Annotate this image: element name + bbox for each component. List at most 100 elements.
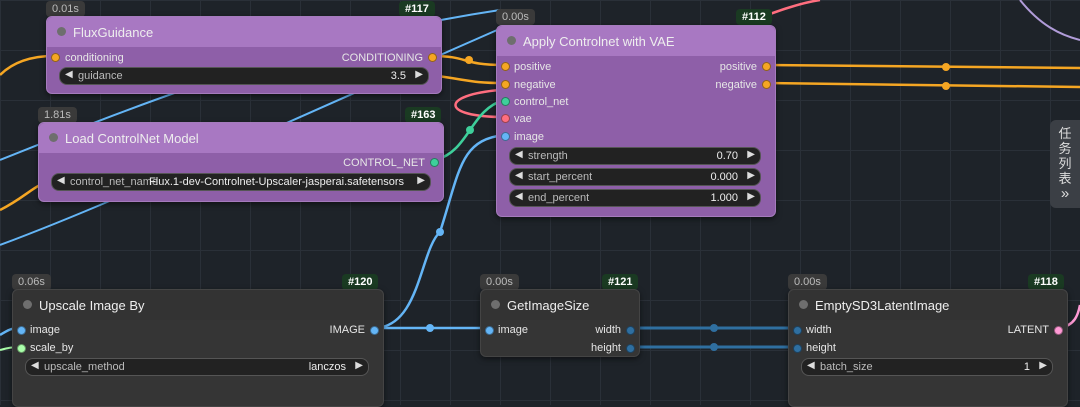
output-slot-dot-icon[interactable] <box>1054 326 1063 335</box>
execution-time-badge: 0.00s <box>788 274 827 290</box>
output-label: IMAGE <box>329 324 365 336</box>
widget-value: 0.000 <box>710 171 738 183</box>
increment-arrow-icon[interactable]: ▶ <box>1039 360 1047 371</box>
output-slot-dot-icon[interactable] <box>370 326 379 335</box>
end-percent-widget[interactable]: ◀ end_percent 1.000 ▶ <box>509 189 761 207</box>
node-header[interactable]: Apply Controlnet with VAE <box>497 26 775 56</box>
input-slot-dot-icon[interactable] <box>793 326 802 335</box>
node-header[interactable]: Load ControlNet Model <box>39 123 443 153</box>
wire-conditioning <box>765 81 1080 89</box>
node-title: Upscale Image By <box>39 298 145 313</box>
output-label: LATENT <box>1007 324 1049 336</box>
wire-misc <box>1019 0 1080 41</box>
execution-time-badge: 0.01s <box>46 1 85 17</box>
input-slot-dot-icon[interactable] <box>501 97 510 106</box>
decrement-arrow-icon[interactable]: ◀ <box>65 69 73 80</box>
execution-time-badge: 1.81s <box>38 107 77 123</box>
input-label-vae: vae <box>514 113 532 125</box>
collapse-dot-icon[interactable] <box>799 300 808 309</box>
widget-label: control_net_name <box>70 176 159 188</box>
input-label-image: image <box>30 324 60 336</box>
increment-arrow-icon[interactable]: ▶ <box>415 69 423 80</box>
task-list-tab[interactable]: 任务列表 » <box>1050 120 1080 208</box>
task-list-label: 任务列表 <box>1058 126 1072 186</box>
widget-label: guidance <box>78 70 123 82</box>
execution-time-badge: 0.00s <box>496 9 535 25</box>
output-slot-dot-icon[interactable] <box>430 158 439 167</box>
decrement-arrow-icon[interactable]: ◀ <box>807 360 815 371</box>
decrement-arrow-icon[interactable]: ◀ <box>57 175 65 186</box>
increment-arrow-icon[interactable]: ▶ <box>355 360 363 371</box>
input-slot-dot-icon[interactable] <box>501 62 510 71</box>
output-slot-dot-icon[interactable] <box>626 326 635 335</box>
output-slot-dot-icon[interactable] <box>762 62 771 71</box>
output-slot-dot-icon[interactable] <box>626 344 635 353</box>
input-slot-dot-icon[interactable] <box>51 53 60 62</box>
start-percent-widget[interactable]: ◀ start_percent 0.000 ▶ <box>509 168 761 186</box>
reroute-dot <box>466 126 474 134</box>
node-id-badge: #120 <box>342 274 379 290</box>
input-slot-dot-icon[interactable] <box>501 132 510 141</box>
increment-arrow-icon[interactable]: ▶ <box>417 175 425 186</box>
reroute-dot <box>436 228 444 236</box>
upscale-method-widget[interactable]: ◀ upscale_method lanczos ▶ <box>25 358 369 376</box>
node-load-controlnet[interactable]: Load ControlNet Model CONTROL_NET ◀ cont… <box>38 122 444 202</box>
decrement-arrow-icon[interactable]: ◀ <box>515 149 523 160</box>
collapse-dot-icon[interactable] <box>491 300 500 309</box>
node-upscale-image[interactable]: Upscale Image By image scale_by IMAGE ◀ … <box>12 289 384 407</box>
output-label-width: width <box>595 324 621 336</box>
input-slot-dot-icon[interactable] <box>501 80 510 89</box>
output-label: CONTROL_NET <box>343 157 425 169</box>
input-slot-dot-icon[interactable] <box>501 114 510 123</box>
widget-label: start_percent <box>528 171 593 183</box>
node-id-badge: #117 <box>399 1 435 17</box>
decrement-arrow-icon[interactable]: ◀ <box>31 360 39 371</box>
input-label: conditioning <box>65 52 124 64</box>
input-slot-dot-icon[interactable] <box>17 344 26 353</box>
widget-label: strength <box>528 150 568 162</box>
collapse-dot-icon[interactable] <box>23 300 32 309</box>
reroute-dot <box>710 343 718 351</box>
node-header[interactable]: Upscale Image By <box>13 290 383 320</box>
node-header[interactable]: GetImageSize <box>481 290 639 320</box>
output-label: CONDITIONING <box>341 52 423 64</box>
output-slot-dot-icon[interactable] <box>428 53 437 62</box>
input-slot-dot-icon[interactable] <box>17 326 26 335</box>
node-empty-sd3-latent[interactable]: EmptySD3LatentImage width height LATENT … <box>788 289 1068 407</box>
input-slot-dot-icon[interactable] <box>485 326 494 335</box>
node-title: GetImageSize <box>507 298 590 313</box>
collapse-dot-icon[interactable] <box>57 27 66 36</box>
node-get-image-size[interactable]: GetImageSize image width height <box>480 289 640 357</box>
strength-widget[interactable]: ◀ strength 0.70 ▶ <box>509 147 761 165</box>
double-chevron-icon: » <box>1060 185 1070 202</box>
node-header[interactable]: FluxGuidance <box>47 17 441 47</box>
widget-label: batch_size <box>820 361 873 373</box>
node-id-badge: #118 <box>1028 274 1064 290</box>
wire-conditioning <box>765 63 1080 70</box>
collapse-dot-icon[interactable] <box>507 36 516 45</box>
node-id-badge: #121 <box>602 274 639 290</box>
node-apply-controlnet[interactable]: Apply Controlnet with VAE positive negat… <box>496 25 776 217</box>
increment-arrow-icon[interactable]: ▶ <box>747 149 755 160</box>
decrement-arrow-icon[interactable]: ◀ <box>515 191 523 202</box>
output-slot-dot-icon[interactable] <box>762 80 771 89</box>
widget-label: upscale_method <box>44 361 125 373</box>
widget-value: 1 <box>1023 361 1030 373</box>
output-label-height: height <box>591 342 621 354</box>
node-title: Apply Controlnet with VAE <box>523 34 675 49</box>
execution-time-badge: 0.06s <box>12 274 51 290</box>
batch-size-widget[interactable]: ◀ batch_size 1 ▶ <box>801 358 1053 376</box>
node-header[interactable]: EmptySD3LatentImage <box>789 290 1067 320</box>
decrement-arrow-icon[interactable]: ◀ <box>515 170 523 181</box>
guidance-widget[interactable]: ◀ guidance 3.5 ▶ <box>59 67 429 85</box>
control-net-name-widget[interactable]: ◀ control_net_name Flux.1-dev-Controlnet… <box>51 173 431 191</box>
increment-arrow-icon[interactable]: ▶ <box>747 170 755 181</box>
input-label-height: height <box>806 342 836 354</box>
input-slot-dot-icon[interactable] <box>793 344 802 353</box>
widget-value: lanczos <box>308 361 346 373</box>
collapse-dot-icon[interactable] <box>49 133 58 142</box>
increment-arrow-icon[interactable]: ▶ <box>747 191 755 202</box>
input-label-width: width <box>806 324 832 336</box>
node-flux-guidance[interactable]: FluxGuidance conditioning CONDITIONING ◀… <box>46 16 442 94</box>
widget-value: 1.000 <box>710 192 738 204</box>
